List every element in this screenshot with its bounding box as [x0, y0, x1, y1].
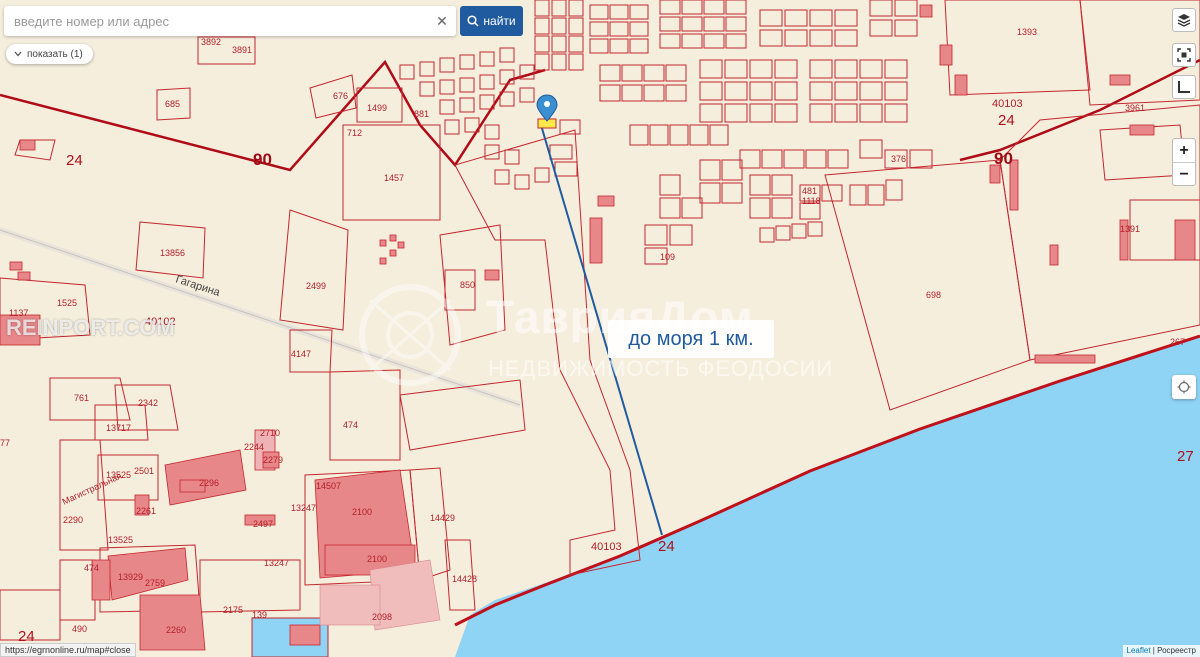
layers-icon	[1177, 14, 1191, 27]
parcel-label: 2175	[223, 605, 243, 615]
leaflet-link[interactable]: Leaflet	[1127, 646, 1151, 655]
show-toggle-button[interactable]: показать (1)	[6, 44, 93, 64]
quarter-label: 24	[998, 112, 1015, 129]
parcel-label: 1525	[57, 298, 77, 308]
source-label: Росреестр	[1157, 646, 1196, 655]
parcel-label: 474	[84, 563, 99, 573]
find-button-label: найти	[483, 14, 516, 28]
parcel-label: 474	[343, 420, 358, 430]
parcel-label: 850	[460, 280, 475, 290]
map-attribution: Leaflet | Росреестр	[1122, 645, 1200, 657]
screenshot-icon	[1177, 48, 1191, 62]
chevron-down-icon	[14, 51, 22, 57]
parcel-label: 2499	[306, 281, 326, 291]
parcel-label: 2100	[367, 554, 387, 564]
parcel-label: 139	[252, 610, 267, 620]
zoom-control: + −	[1172, 138, 1196, 186]
status-bar-url: https://egrnonline.ru/map#close	[0, 643, 136, 657]
parcel-label: 2296	[199, 478, 219, 488]
parcel-label: 2342	[138, 398, 158, 408]
parcel-label: 40103	[591, 541, 622, 553]
quarter-label: 27	[1177, 448, 1194, 465]
parcel-label: 13717	[106, 423, 131, 433]
parcel-label: 2098	[372, 612, 392, 622]
measure-button[interactable]	[1172, 75, 1196, 99]
parcel-label: 14429	[430, 513, 455, 523]
search-icon	[467, 15, 479, 27]
parcel-label: 2290	[63, 515, 83, 525]
parcel-label: 1499	[367, 103, 387, 113]
zoom-in-button[interactable]: +	[1173, 139, 1195, 163]
parcel-label: 2759	[145, 578, 165, 588]
parcel-label: 4147	[291, 349, 311, 359]
search-box: ✕	[4, 6, 456, 36]
parcel-label: 13929	[118, 572, 143, 582]
parcel-label: 3892	[201, 37, 221, 47]
clear-search-button[interactable]: ✕	[434, 13, 450, 29]
parcel-label: 2710	[260, 428, 280, 438]
show-toggle-label: показать (1)	[27, 48, 83, 60]
parcel-label: 2501	[134, 466, 154, 476]
parcel-label: 2100	[352, 507, 372, 517]
parcel-label: 13247	[291, 503, 316, 513]
crosshair-icon	[1177, 380, 1191, 394]
parcel-label: 1118	[802, 196, 821, 206]
square-corner-icon	[1178, 81, 1190, 93]
parcel-label: 376	[891, 154, 906, 164]
search-input[interactable]	[4, 6, 424, 36]
parcel-label: 2244	[244, 442, 264, 452]
parcel-label: 1393	[1017, 27, 1037, 37]
parcel-label: 1391	[1120, 224, 1140, 234]
parcel-label: 698	[926, 290, 941, 300]
parcel-label: 481	[802, 186, 817, 196]
parcel-label: 13856	[160, 248, 185, 258]
find-button[interactable]: найти	[460, 6, 523, 36]
parcel-label: 712	[347, 128, 362, 138]
watermark-brand-sub: НЕДВИЖИМОСТЬ ФЕОДОСИИ	[488, 356, 834, 381]
parcel-label: 2260	[166, 625, 186, 635]
parcel-label: 3961	[1125, 103, 1145, 113]
parcel-label: 761	[74, 393, 89, 403]
parcel-label: 267	[1170, 337, 1185, 347]
quarter-label: 90	[253, 150, 272, 169]
quarter-label: 24	[658, 538, 675, 555]
layers-button[interactable]	[1172, 8, 1196, 32]
quarter-label: 90	[994, 149, 1013, 168]
parcel-label: 1457	[384, 173, 404, 183]
parcel-label: 490	[72, 624, 87, 634]
locate-button[interactable]	[1172, 375, 1196, 399]
parcel-label: 2497	[253, 519, 273, 529]
screenshot-button[interactable]	[1172, 43, 1196, 67]
parcel-label: 13247	[264, 558, 289, 568]
parcel-label: 676	[333, 91, 348, 101]
zoom-out-button[interactable]: −	[1173, 163, 1195, 186]
distance-callout: до моря 1 км.	[608, 320, 774, 358]
quarter-label: 77	[0, 438, 10, 448]
parcel-label: 14428	[452, 574, 477, 584]
parcel-label: 3891	[232, 45, 252, 55]
parcel-label: 2261	[136, 506, 156, 516]
parcel-label: 13525	[108, 535, 133, 545]
parcel-label: 685	[165, 99, 180, 109]
parcel-label: 40103	[992, 98, 1023, 110]
parcel-label: 2279	[263, 455, 283, 465]
parcel-label: 14507	[316, 481, 341, 491]
quarter-label: 24	[66, 152, 83, 169]
parcel-label: 109	[660, 252, 675, 262]
watermark-reinport: REINPORT.COM	[6, 315, 175, 340]
parcel-label: 881	[414, 109, 429, 119]
